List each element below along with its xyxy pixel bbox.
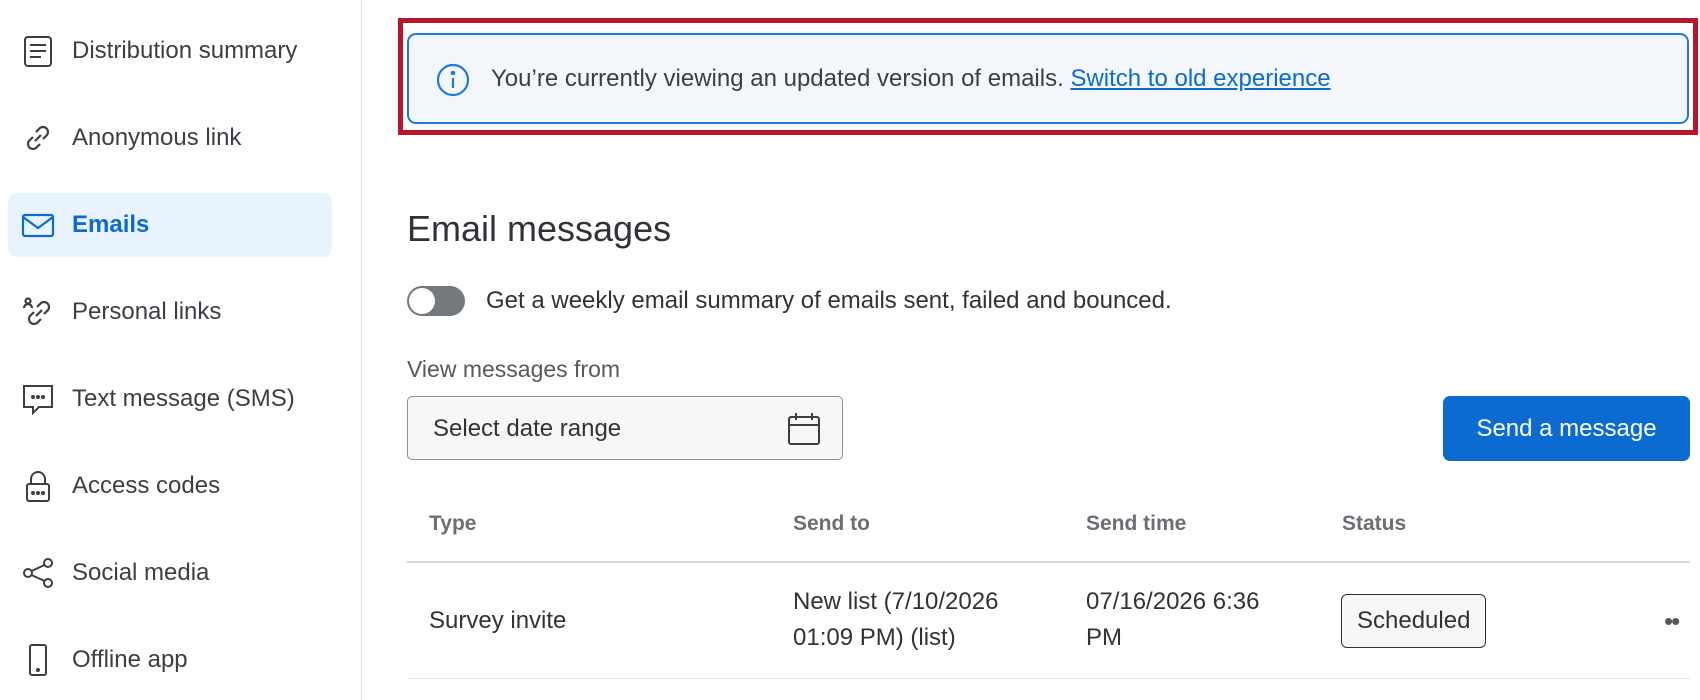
date-range-picker[interactable]: Select date range — [407, 396, 843, 460]
more-options-icon[interactable]: •• — [1664, 606, 1680, 637]
sidebar-item-label: Offline app — [72, 646, 188, 673]
send-time-line: 07/16/2026 6:36 — [1086, 588, 1260, 615]
calendar-icon — [788, 413, 820, 445]
share-icon — [20, 555, 56, 591]
sidebar: Distribution summary Anonymous link Emai… — [0, 0, 362, 700]
sidebar-item-anonymous-link[interactable]: Anonymous link — [8, 106, 332, 170]
send-to-line: 01:09 PM) (list) — [793, 624, 956, 651]
column-header-send-time[interactable]: Send time — [1086, 512, 1186, 536]
link-icon — [20, 120, 56, 156]
table-row-divider — [407, 678, 1690, 679]
sidebar-item-personal-links[interactable]: Personal links — [8, 280, 332, 344]
toggle-knob — [409, 288, 435, 314]
cell-send-time: 07/16/2026 6:36 PM — [1086, 584, 1260, 656]
sidebar-item-distribution-summary[interactable]: Distribution summary — [8, 19, 332, 83]
lock-icon — [20, 468, 56, 504]
cell-send-to: New list (7/10/2026 01:09 PM) (list) — [793, 584, 998, 656]
personal-link-icon — [20, 294, 56, 330]
column-header-send-to[interactable]: Send to — [793, 512, 870, 536]
sidebar-item-label: Text message (SMS) — [72, 385, 295, 412]
table-header-divider — [407, 561, 1690, 563]
send-to-line: New list (7/10/2026 — [793, 588, 999, 615]
sidebar-item-label: Access codes — [72, 472, 221, 499]
info-icon — [436, 63, 470, 97]
sidebar-item-label: Anonymous link — [72, 124, 242, 151]
banner-text: You’re currently viewing an updated vers… — [491, 65, 1331, 93]
sidebar-item-access-codes[interactable]: Access codes — [8, 454, 332, 518]
sidebar-item-sms[interactable]: Text message (SMS) — [8, 367, 332, 431]
column-header-status[interactable]: Status — [1342, 512, 1406, 536]
banner-message: You’re currently viewing an updated vers… — [491, 65, 1064, 92]
sidebar-item-label: Distribution summary — [72, 37, 298, 64]
sidebar-item-label: Personal links — [72, 298, 222, 325]
send-message-button[interactable]: Send a message — [1443, 396, 1690, 461]
sidebar-item-social-media[interactable]: Social media — [8, 541, 332, 605]
weekly-summary-label: Get a weekly email summary of emails sen… — [486, 287, 1172, 314]
mobile-icon — [20, 642, 56, 678]
cell-type: Survey invite — [429, 607, 567, 634]
envelope-icon — [20, 207, 56, 243]
send-time-line: PM — [1086, 624, 1122, 651]
sidebar-item-emails[interactable]: Emails — [8, 193, 332, 257]
sidebar-item-offline-app[interactable]: Offline app — [8, 628, 332, 692]
status-badge: Scheduled — [1341, 594, 1487, 648]
sidebar-item-label: Emails — [72, 211, 150, 238]
distribution-summary-icon — [20, 33, 56, 69]
column-header-type[interactable]: Type — [429, 512, 476, 536]
sidebar-item-label: Social media — [72, 559, 210, 586]
page-title: Email messages — [407, 208, 672, 249]
sms-icon — [20, 381, 56, 417]
switch-old-experience-link[interactable]: Switch to old experience — [1070, 65, 1330, 92]
info-banner: You’re currently viewing an updated vers… — [407, 33, 1689, 124]
date-range-placeholder: Select date range — [433, 415, 622, 442]
weekly-summary-toggle[interactable] — [407, 286, 465, 316]
view-messages-label: View messages from — [407, 356, 621, 382]
